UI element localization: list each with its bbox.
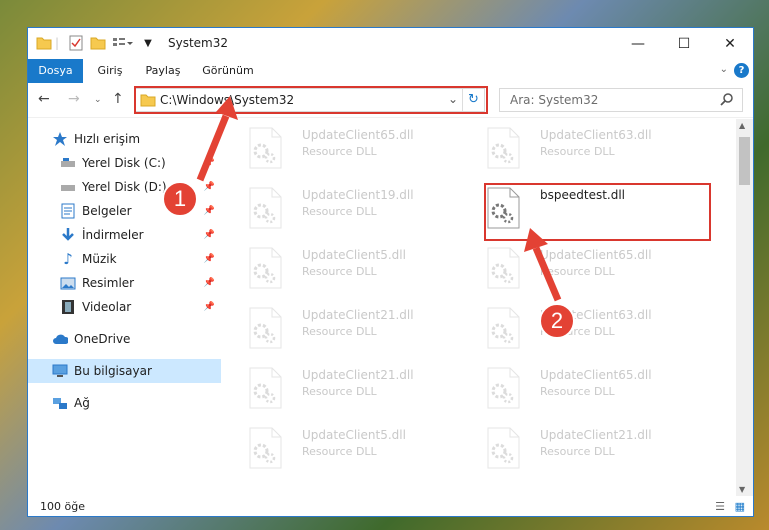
step-1-badge: 1 bbox=[162, 181, 198, 217]
arrow-1-head bbox=[216, 96, 238, 120]
arrow-2 bbox=[532, 246, 562, 302]
callout-arrows bbox=[196, 96, 562, 302]
step-2-badge: 2 bbox=[539, 303, 575, 339]
arrow-1 bbox=[196, 114, 230, 182]
